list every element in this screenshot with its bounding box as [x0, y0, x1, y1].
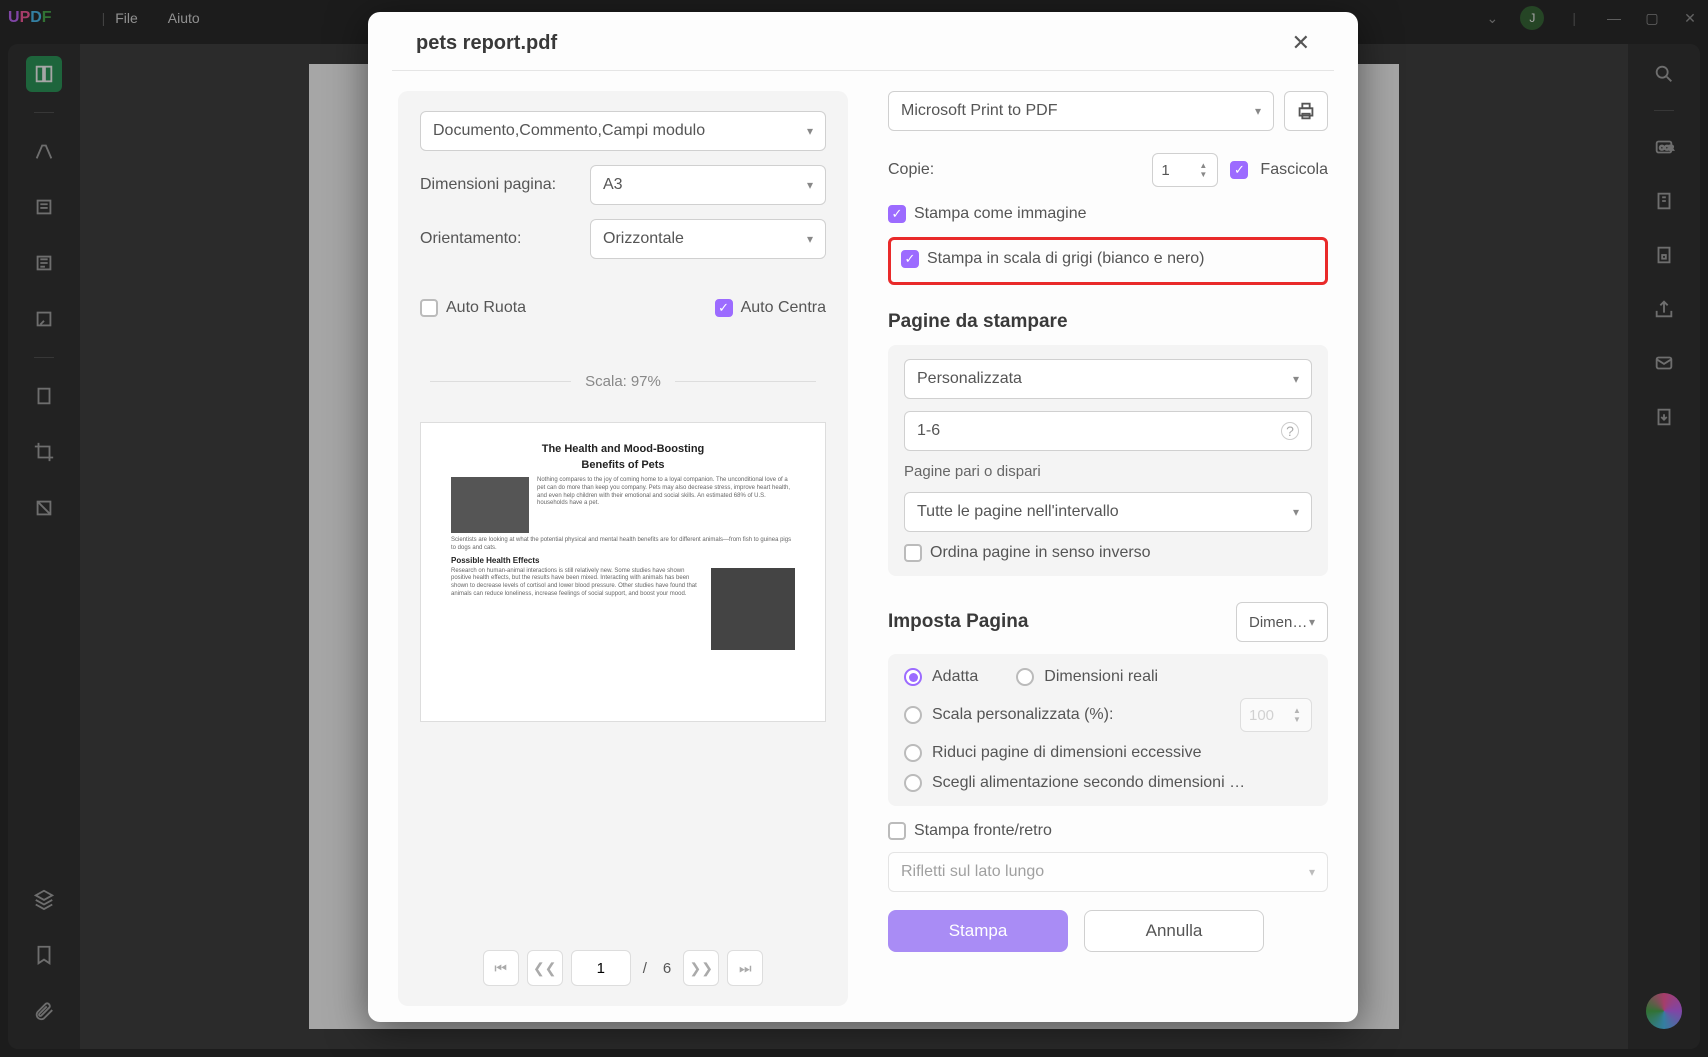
content-type-select[interactable]: Documento,Commento,Campi modulo [420, 111, 826, 151]
odd-even-label: Pagine pari o dispari [904, 463, 1312, 480]
printer-properties-button[interactable] [1284, 91, 1328, 131]
spinner-up-icon[interactable]: ▲ [1199, 161, 1213, 170]
spinner-down-icon[interactable]: ▼ [1199, 170, 1213, 179]
last-page-button[interactable]: ⏭ [727, 950, 763, 986]
custom-scale-radio[interactable] [904, 706, 922, 724]
printer-select[interactable]: Microsoft Print to PDF [888, 91, 1274, 131]
copies-label: Copie: [888, 161, 934, 179]
prev-page-button[interactable]: ❮❮ [527, 950, 563, 986]
collate-checkbox[interactable]: ✓ [1230, 161, 1248, 179]
dialog-title: pets report.pdf [416, 32, 557, 55]
print-preview: The Health and Mood-Boosting Benefits of… [420, 422, 826, 722]
actual-size-label: Dimensioni reali [1044, 668, 1158, 686]
print-button[interactable]: Stampa [888, 910, 1068, 952]
reverse-order-label: Ordina pagine in senso inverso [930, 544, 1151, 562]
choose-source-radio[interactable] [904, 774, 922, 792]
collate-label: Fascicola [1260, 161, 1328, 179]
info-icon[interactable]: ? [1281, 422, 1299, 440]
scale-value: 97% [631, 373, 661, 390]
preview-subtitle: Benefits of Pets [451, 459, 795, 471]
page-setup-mode-select[interactable]: Dimen… [1236, 602, 1328, 642]
duplex-checkbox[interactable] [888, 822, 906, 840]
print-as-image-label: Stampa come immagine [914, 205, 1087, 223]
page-number-input[interactable] [571, 950, 631, 986]
spinner-up-icon[interactable]: ▲ [1293, 706, 1307, 715]
close-icon[interactable]: ✕ [1292, 30, 1310, 56]
auto-center-label: Auto Centra [741, 299, 826, 317]
auto-rotate-checkbox[interactable] [420, 299, 438, 317]
orientation-select[interactable]: Orizzontale [590, 219, 826, 259]
preview-heading: Possible Health Effects [451, 556, 795, 565]
reduce-oversized-radio[interactable] [904, 744, 922, 762]
actual-size-radio[interactable] [1016, 668, 1034, 686]
cancel-button[interactable]: Annulla [1084, 910, 1264, 952]
custom-scale-spinner[interactable]: 100 ▲▼ [1240, 698, 1312, 732]
preview-title: The Health and Mood-Boosting [451, 443, 795, 455]
preview-image [711, 568, 795, 650]
spinner-down-icon[interactable]: ▼ [1293, 715, 1307, 724]
page-setup-title: Imposta Pagina [888, 611, 1028, 633]
pages-section-title: Pagine da stampare [888, 311, 1328, 333]
auto-rotate-label: Auto Ruota [446, 299, 526, 317]
reduce-oversized-label: Riduci pagine di dimensioni eccessive [932, 744, 1201, 762]
preview-image [451, 477, 529, 533]
page-total: 6 [659, 960, 675, 977]
reverse-order-checkbox[interactable] [904, 544, 922, 562]
page-size-select[interactable]: A3 [590, 165, 826, 205]
duplex-label: Stampa fronte/retro [914, 822, 1052, 840]
next-page-button[interactable]: ❯❯ [683, 950, 719, 986]
page-range-type-select[interactable]: Personalizzata [904, 359, 1312, 399]
orientation-label: Orientamento: [420, 230, 590, 248]
auto-center-checkbox[interactable]: ✓ [715, 299, 733, 317]
custom-scale-label: Scala personalizzata (%): [932, 706, 1113, 724]
page-size-label: Dimensioni pagina: [420, 176, 590, 194]
fit-radio[interactable] [904, 668, 922, 686]
fit-label: Adatta [932, 668, 978, 686]
page-range-input[interactable]: 1-6 ? [904, 411, 1312, 451]
copies-spinner[interactable]: 1 ▲▼ [1152, 153, 1218, 187]
scale-label: Scala: [585, 373, 627, 390]
preview-text: Research on human-animal interactions is… [451, 568, 703, 650]
flip-select: Rifletti sul lato lungo [888, 852, 1328, 892]
preview-text: Scientists are looking at what the poten… [451, 537, 795, 553]
print-dialog: pets report.pdf ✕ Documento,Commento,Cam… [368, 12, 1358, 1022]
preview-text: Nothing compares to the joy of coming ho… [537, 477, 795, 533]
odd-even-select[interactable]: Tutte le pagine nell'intervallo [904, 492, 1312, 532]
choose-source-label: Scegli alimentazione secondo dimensioni … [932, 774, 1245, 792]
highlighted-option: ✓ Stampa in scala di grigi (bianco e ner… [888, 237, 1328, 285]
print-as-image-checkbox[interactable]: ✓ [888, 205, 906, 223]
page-separator: / [639, 960, 651, 977]
grayscale-checkbox[interactable]: ✓ [901, 250, 919, 268]
grayscale-label: Stampa in scala di grigi (bianco e nero) [927, 250, 1204, 268]
first-page-button[interactable]: ⏮ [483, 950, 519, 986]
